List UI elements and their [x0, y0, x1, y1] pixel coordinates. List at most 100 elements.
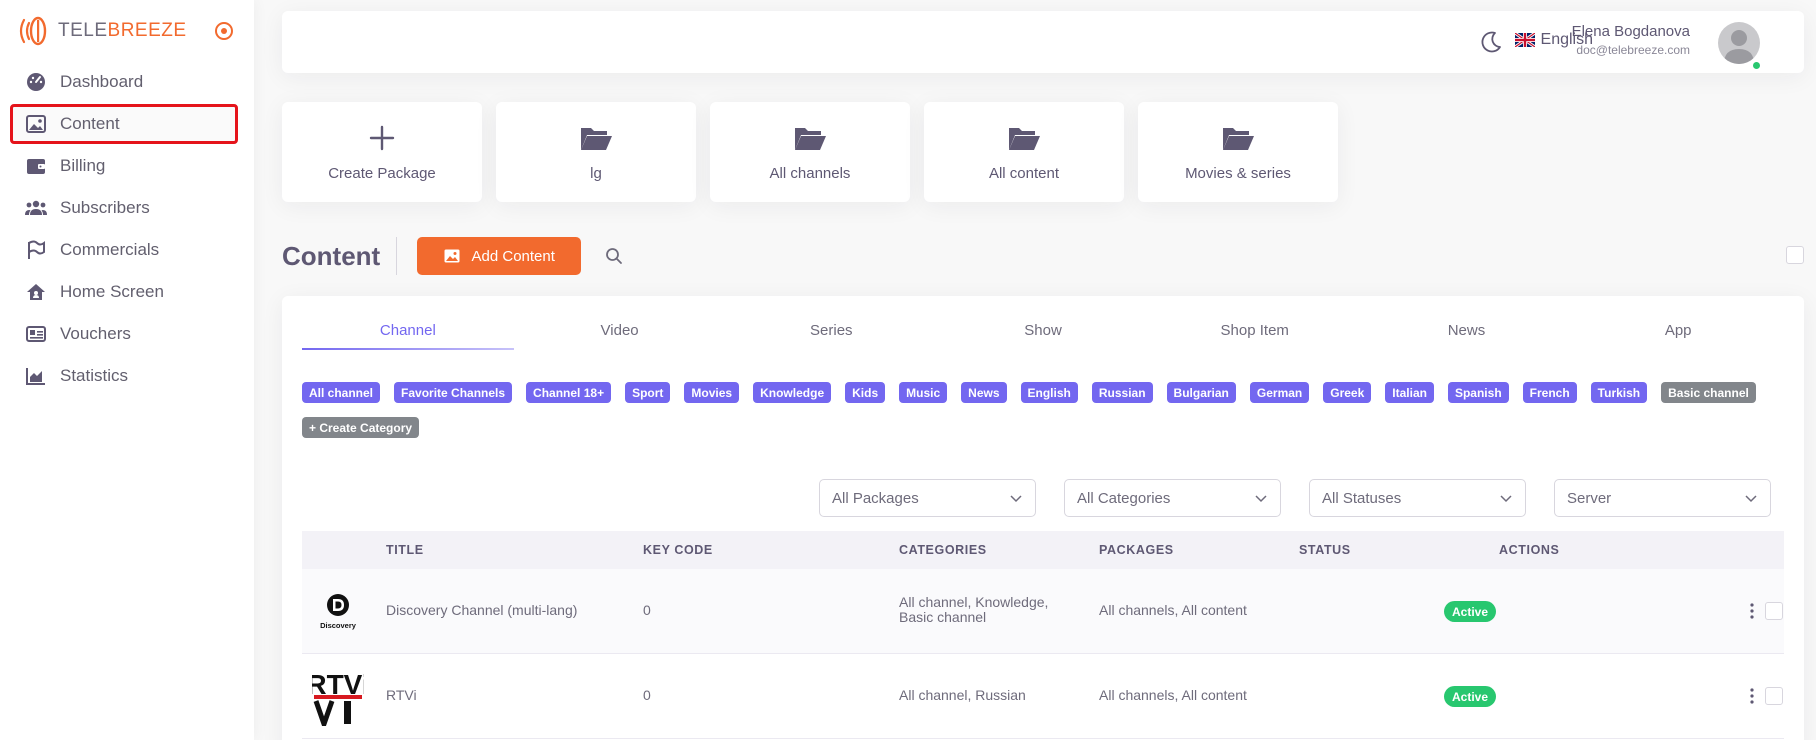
- package-card-all-content[interactable]: All content: [924, 102, 1124, 202]
- category-chip[interactable]: English: [1020, 382, 1078, 403]
- uk-flag-icon: [1514, 33, 1535, 47]
- row-categories: All channel, Russian: [899, 687, 1026, 703]
- package-card-all-channels[interactable]: All channels: [710, 102, 910, 202]
- select-value: All Packages: [832, 489, 919, 507]
- category-chip[interactable]: Favorite Channels: [394, 382, 513, 403]
- create-package-card[interactable]: Create Package: [282, 102, 482, 202]
- chart-icon: [24, 364, 48, 388]
- filter-bar: All Packages All Categories All Statuses…: [819, 479, 1771, 517]
- avatar[interactable]: [1718, 22, 1760, 64]
- tab-news[interactable]: News: [1361, 318, 1573, 350]
- row-packages: All channels, All content: [1099, 602, 1247, 618]
- channel-logo: RTVi: [310, 668, 366, 726]
- column-header-key-code[interactable]: KEY CODE: [643, 543, 713, 557]
- tab-show[interactable]: Show: [937, 318, 1149, 350]
- category-chip[interactable]: Knowledge: [753, 382, 832, 403]
- sidebar: TELEBREEZE Dashboard Content Billing Sub…: [0, 0, 254, 740]
- column-header-actions: ACTIONS: [1499, 543, 1560, 557]
- sidebar-collapse-icon[interactable]: [212, 19, 236, 43]
- row-checkbox[interactable]: [1765, 687, 1783, 705]
- category-chip[interactable]: Sport: [625, 382, 671, 403]
- discovery-logo-icon: Discovery: [320, 594, 357, 630]
- sidebar-item-vouchers[interactable]: Vouchers: [10, 314, 238, 354]
- table-header: TITLE KEY CODE CATEGORIES PACKAGES STATU…: [302, 531, 1784, 569]
- users-icon: [24, 196, 48, 220]
- categories-filter-select[interactable]: All Categories: [1064, 479, 1281, 517]
- create-category-button[interactable]: + Create Category: [302, 417, 420, 438]
- category-chip[interactable]: Spanish: [1447, 382, 1509, 403]
- tab-series[interactable]: Series: [725, 318, 937, 350]
- user-info[interactable]: Elena Bogdanova doc@telebreeze.com: [1572, 23, 1690, 57]
- brand-logo[interactable]: TELEBREEZE: [16, 14, 187, 48]
- online-status-dot: [1751, 60, 1762, 71]
- add-content-button[interactable]: Add Content: [417, 237, 582, 275]
- rtvi-logo-icon: RTVi: [312, 669, 364, 726]
- package-card-lg[interactable]: lg: [496, 102, 696, 202]
- column-header-status[interactable]: STATUS: [1299, 543, 1351, 557]
- content-title-row: Content Add Content: [282, 236, 1804, 276]
- statuses-filter-select[interactable]: All Statuses: [1309, 479, 1526, 517]
- tab-channel[interactable]: Channel: [302, 318, 514, 350]
- category-chip[interactable]: Russian: [1091, 382, 1153, 403]
- category-chip[interactable]: News: [961, 382, 1007, 403]
- card-label: lg: [590, 164, 602, 182]
- moon-icon[interactable]: [1478, 29, 1504, 55]
- page-title: Content: [282, 240, 381, 271]
- sidebar-item-label: Subscribers: [60, 198, 150, 217]
- sidebar-nav: Dashboard Content Billing Subscribers Co…: [10, 62, 238, 398]
- sidebar-item-label: Dashboard: [60, 72, 144, 91]
- row-packages: All channels, All content: [1099, 687, 1247, 703]
- sidebar-item-label: Commercials: [60, 240, 160, 259]
- category-chip[interactable]: Music: [899, 382, 948, 403]
- sidebar-item-subscribers[interactable]: Subscribers: [10, 188, 238, 228]
- category-chips: All channel Favorite Channels Channel 18…: [302, 382, 1784, 438]
- chevron-down-icon: [1745, 495, 1757, 503]
- content-panel: Channel Video Series Show Shop Item News…: [282, 296, 1804, 740]
- package-card-movies-series[interactable]: Movies & series: [1138, 102, 1338, 202]
- search-icon[interactable]: [605, 247, 623, 265]
- dashboard-icon: [24, 70, 48, 94]
- category-chip[interactable]: Movies: [684, 382, 740, 403]
- top-navbar: English Elena Bogdanova doc@telebreeze.c…: [282, 11, 1804, 73]
- tab-video[interactable]: Video: [514, 318, 726, 350]
- sidebar-item-label: Vouchers: [60, 324, 131, 343]
- category-chip[interactable]: Channel 18+: [526, 382, 612, 403]
- table-row[interactable]: RTVi RTVi 0 All channel, Russian All cha…: [302, 654, 1784, 739]
- folder-open-icon: [1007, 123, 1041, 153]
- category-chip[interactable]: Kids: [845, 382, 886, 403]
- sidebar-item-statistics[interactable]: Statistics: [10, 356, 238, 396]
- sidebar-item-billing[interactable]: Billing: [10, 146, 238, 186]
- category-chip[interactable]: All channel: [302, 382, 381, 403]
- category-chip[interactable]: Turkish: [1590, 382, 1648, 403]
- tab-shop-item[interactable]: Shop Item: [1149, 318, 1361, 350]
- select-all-checkbox[interactable]: [1786, 246, 1804, 264]
- category-chip[interactable]: Bulgarian: [1166, 382, 1236, 403]
- flag-icon: [24, 238, 48, 262]
- category-chip[interactable]: German: [1249, 382, 1310, 403]
- voucher-icon: [24, 322, 48, 346]
- sidebar-item-home-screen[interactable]: Home Screen: [10, 272, 238, 312]
- category-chip[interactable]: French: [1522, 382, 1577, 403]
- category-chip[interactable]: Greek: [1323, 382, 1372, 403]
- sidebar-item-content[interactable]: Content: [10, 104, 238, 144]
- column-header-packages[interactable]: PACKAGES: [1099, 543, 1174, 557]
- category-chip[interactable]: Italian: [1385, 382, 1434, 403]
- table-row[interactable]: Discovery Discovery Channel (multi-lang)…: [302, 569, 1784, 654]
- more-vertical-icon[interactable]: [1748, 601, 1756, 621]
- sidebar-item-dashboard[interactable]: Dashboard: [10, 62, 238, 102]
- select-value: All Statuses: [1322, 489, 1402, 507]
- column-header-title[interactable]: TITLE: [386, 543, 424, 557]
- sidebar-item-commercials[interactable]: Commercials: [10, 230, 238, 270]
- row-checkbox[interactable]: [1765, 602, 1783, 620]
- tab-app[interactable]: App: [1572, 318, 1784, 350]
- column-header-categories[interactable]: CATEGORIES: [899, 543, 987, 557]
- packages-filter-select[interactable]: All Packages: [819, 479, 1036, 517]
- row-title[interactable]: RTVi: [386, 687, 417, 703]
- row-title[interactable]: Discovery Channel (multi-lang): [386, 602, 577, 618]
- server-filter-select[interactable]: Server: [1554, 479, 1771, 517]
- sidebar-item-label: Home Screen: [60, 282, 164, 301]
- category-chip[interactable]: Basic channel: [1661, 382, 1756, 403]
- more-vertical-icon[interactable]: [1748, 686, 1756, 706]
- channel-logo: Discovery: [310, 583, 366, 641]
- folder-open-icon: [1221, 123, 1255, 153]
